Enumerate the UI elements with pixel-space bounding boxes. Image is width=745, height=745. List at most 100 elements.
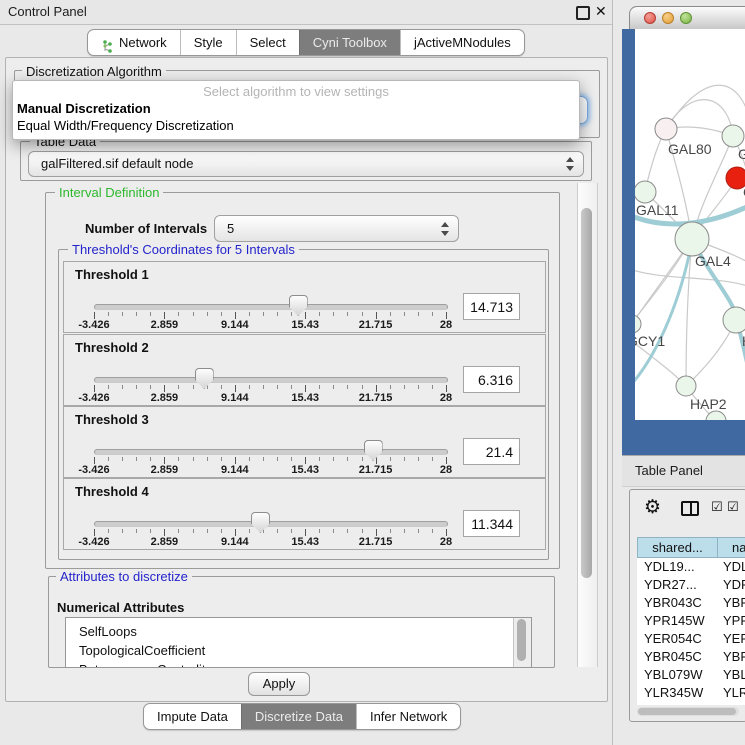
tick-mark [207, 457, 208, 461]
table-row[interactable]: YER054CYER0 [637, 630, 745, 648]
checkbox-icon[interactable]: ☑ [727, 500, 739, 515]
combo-spinner-icon [566, 157, 574, 171]
tick-mark [108, 457, 109, 461]
node-label-gal80: GAL80 [668, 141, 712, 157]
threshold-value-field[interactable]: 14.713 [463, 293, 520, 320]
tick-mark [446, 457, 447, 464]
slider-thumb[interactable] [364, 440, 383, 461]
columns-icon[interactable] [681, 501, 699, 516]
tab-cyni-toolbox[interactable]: Cyni Toolbox [299, 30, 400, 55]
table-row[interactable]: YPR145WYPR1 [637, 612, 745, 630]
list-item[interactable]: SelfLoops [79, 622, 137, 641]
zoom-traffic-light-icon[interactable] [680, 12, 692, 24]
attributes-scrollbar-thumb[interactable] [517, 619, 526, 661]
tab-discretize-data[interactable]: Discretize Data [241, 704, 356, 729]
tick-mark [221, 385, 222, 389]
tick-mark [333, 529, 334, 533]
network-node-gal11[interactable] [635, 181, 656, 203]
network-node-gal4[interactable] [675, 222, 709, 256]
tick-mark [207, 312, 208, 316]
table-horizontal-scrollbar[interactable] [637, 707, 739, 716]
cell-shared-name: YPR145W [637, 612, 718, 630]
attributes-list-scrollbar[interactable] [513, 618, 531, 667]
numerical-attributes-list[interactable]: SelfLoopsTopologicalCoefficientBetweenne… [65, 617, 532, 668]
table-row[interactable]: YBL079WYBL0 [637, 666, 745, 684]
tab-network[interactable]: Network [88, 30, 180, 55]
algorithm-option-equal-width-frequency-discretization[interactable]: Equal Width/Frequency Discretization [17, 118, 234, 134]
close-traffic-light-icon[interactable] [644, 12, 656, 24]
table-row[interactable]: YDR27...YDR2 [637, 576, 745, 594]
list-item[interactable]: BetweennessCentrality [79, 660, 212, 668]
tab-impute-data[interactable]: Impute Data [144, 704, 241, 729]
panel-vertical-scrollbar[interactable] [577, 183, 598, 667]
tick-mark [235, 529, 236, 536]
table-row[interactable]: YLR345WYLR3 [637, 684, 745, 702]
table-rows: YDL19...YDL1YDR27...YDR2YBR043CYBR0YPR14… [637, 558, 745, 705]
network-window-frame [635, 420, 745, 455]
tick-mark [150, 385, 151, 389]
tick-mark [432, 385, 433, 389]
tick-mark [390, 529, 391, 533]
table-scrollbar-thumb[interactable] [638, 708, 736, 715]
network-node-gal80[interactable] [655, 118, 677, 140]
tick-mark [362, 312, 363, 316]
tick-mark [221, 457, 222, 461]
table-row[interactable]: YBR043CYBR0 [637, 594, 745, 612]
checkbox-icon[interactable]: ☑ [711, 500, 723, 515]
network-canvas[interactable]: GAL80GALCGAL11GAL4HGCY1HAP2 [635, 29, 745, 420]
apply-button[interactable]: Apply [248, 672, 310, 696]
table-row[interactable]: YIL052CYIL0 [637, 702, 745, 705]
threshold-value-field[interactable]: 6.316 [463, 366, 520, 393]
table-header-row: shared...na [637, 537, 745, 558]
float-window-icon[interactable] [576, 6, 590, 20]
threshold-value-field[interactable]: 11.344 [463, 510, 520, 537]
column-header-shared-[interactable]: shared... [637, 537, 718, 558]
tick-mark [136, 529, 137, 533]
tick-mark [235, 385, 236, 392]
network-window-titlebar[interactable] [629, 6, 745, 31]
scale-label: 9.144 [221, 536, 249, 548]
network-node-gal[interactable] [722, 125, 744, 147]
tick-mark [263, 312, 264, 316]
tab-style[interactable]: Style [180, 30, 236, 55]
table-data-combo[interactable]: galFiltered.sif default node [28, 151, 584, 177]
tick-mark [277, 385, 278, 389]
tick-mark [178, 457, 179, 461]
gear-icon[interactable]: ⚙ [644, 496, 661, 518]
close-icon[interactable]: ✕ [595, 3, 607, 20]
threshold-value-field[interactable]: 21.4 [463, 438, 520, 465]
cell-shared-name: YER054C [637, 630, 718, 648]
network-node[interactable] [706, 411, 726, 420]
network-node-hap2[interactable] [676, 376, 696, 396]
numerical-attributes-label: Numerical Attributes [57, 600, 184, 615]
slider-thumb[interactable] [251, 512, 270, 533]
tick-mark [404, 385, 405, 389]
column-header-na[interactable]: na [718, 537, 745, 558]
tab-jactivemnodules[interactable]: jActiveMNodules [400, 30, 524, 55]
panel-scrollbar-thumb[interactable] [581, 208, 592, 578]
network-node-gcy1[interactable] [635, 315, 641, 333]
tick-mark [305, 457, 306, 464]
tab-select[interactable]: Select [236, 30, 299, 55]
minimize-traffic-light-icon[interactable] [662, 12, 674, 24]
tick-mark [136, 457, 137, 461]
table-row[interactable]: YDL19...YDL1 [637, 558, 745, 576]
tick-mark [376, 312, 377, 319]
tick-mark [108, 385, 109, 389]
scale-label: 9.144 [221, 319, 249, 331]
slider-thumb[interactable] [195, 368, 214, 389]
scale-label: 28 [440, 319, 452, 331]
list-item[interactable]: TopologicalCoefficient [79, 641, 205, 660]
tick-mark [319, 312, 320, 316]
tick-mark [446, 312, 447, 319]
network-node-h[interactable] [723, 307, 745, 333]
tick-mark [277, 529, 278, 533]
number-of-intervals-combo[interactable]: 5 [214, 215, 459, 242]
table-row[interactable]: YBR045CYBR0 [637, 648, 745, 666]
scale-label: -3.426 [78, 319, 109, 331]
node-label-gal11: GAL11 [636, 202, 679, 218]
tab-infer-network[interactable]: Infer Network [356, 704, 460, 729]
slider-track [94, 449, 448, 455]
algorithm-option-manual-discretization[interactable]: Manual Discretization [17, 101, 151, 117]
tick-mark [418, 529, 419, 533]
